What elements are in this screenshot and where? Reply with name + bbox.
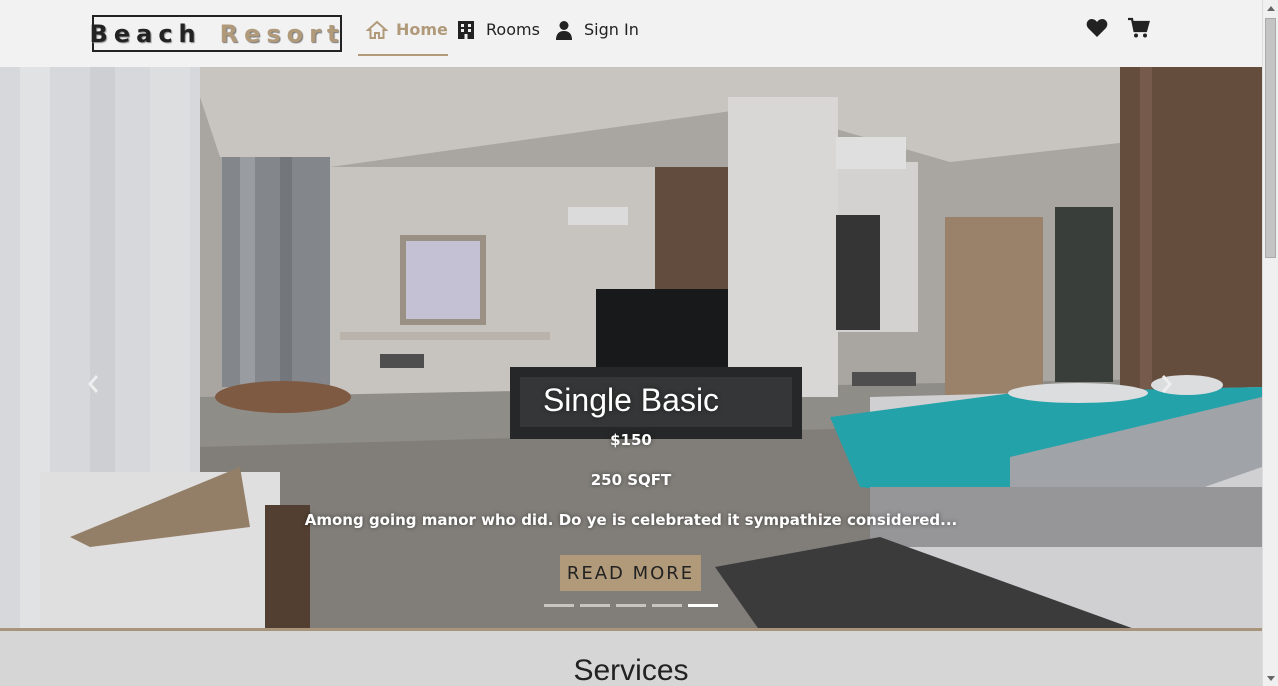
carousel-indicator[interactable] (580, 604, 610, 607)
carousel-indicator[interactable] (652, 604, 682, 607)
scroll-down-arrow-icon[interactable] (1267, 676, 1275, 681)
building-icon (456, 20, 478, 40)
navbar: Beach Resort Home Rooms Sign In (0, 0, 1262, 67)
brand-logo[interactable]: Beach Resort (89, 15, 345, 52)
carousel-indicators (544, 604, 718, 607)
brand-word-resort: Resort (219, 19, 345, 48)
user-icon (554, 20, 576, 40)
slide-size: 250 SQFT (590, 471, 672, 489)
cart-icon[interactable] (1127, 16, 1153, 42)
carousel-indicator[interactable] (616, 604, 646, 607)
nav-signin-link[interactable]: Sign In (554, 20, 639, 56)
nav-signin-label: Sign In (584, 20, 639, 39)
brand-word-beach: Beach (89, 19, 202, 48)
read-more-button[interactable]: READ MORE (560, 555, 701, 591)
hero-carousel (0, 67, 1262, 631)
nav-rooms-link[interactable]: Rooms (456, 20, 540, 56)
services-heading: Services (573, 654, 689, 686)
nav-home-label: Home (396, 20, 448, 39)
slide-price: $150 (610, 431, 652, 449)
hotel-room-photo (0, 67, 1262, 628)
nav-home-link[interactable]: Home (358, 20, 448, 56)
carousel-indicator[interactable] (544, 604, 574, 607)
slide-description: Among going manor who did. Do ye is cele… (304, 511, 958, 529)
scroll-thumb[interactable] (1265, 18, 1276, 258)
home-icon (365, 20, 389, 40)
scroll-up-arrow-icon[interactable] (1267, 6, 1275, 11)
heart-icon[interactable] (1085, 16, 1111, 42)
slide-title: Single Basic (542, 382, 720, 418)
carousel-indicator-active[interactable] (688, 604, 718, 607)
nav-rooms-label: Rooms (486, 20, 540, 39)
page-scrollbar[interactable] (1262, 0, 1278, 686)
